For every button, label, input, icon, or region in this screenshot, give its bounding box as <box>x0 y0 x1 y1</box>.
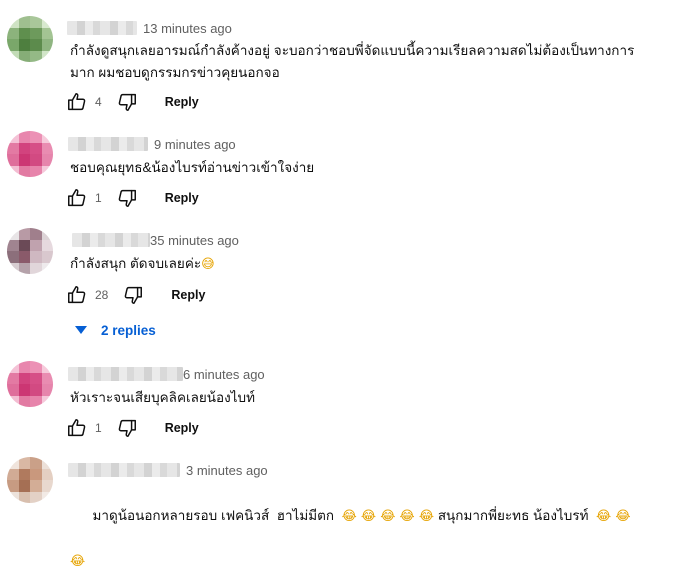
dislike-button[interactable] <box>115 186 139 210</box>
reply-button[interactable]: Reply <box>171 288 205 302</box>
comment-line-text: มาดูน้อนอกหลายรอบ เฟคนิวส์ ฮาไม่มีตก <box>92 508 342 523</box>
author-name-redacted[interactable] <box>72 233 150 247</box>
author-name-redacted[interactable] <box>68 137 148 151</box>
comment-line-text: สนุกมากพี่ยะทธ น้องไบรท์ <box>437 508 596 523</box>
reply-button[interactable]: Reply <box>165 95 199 109</box>
comment-text: มาดูน้อนอกหลายรอบ เฟคนิวส์ ฮาไม่มีตก 😂 😂… <box>70 483 670 573</box>
thumb-up-icon <box>68 286 86 304</box>
comment-line: หัวเราะจนเสียบุคลิคเลยน้องไบท์ <box>70 390 255 405</box>
comment-line: กำลังดูสนุกเลยอารมณ์กำลังค้างอยู่ จะบอกว… <box>70 43 635 58</box>
thumb-up-icon <box>68 93 86 111</box>
replies-label: 2 replies <box>101 322 156 338</box>
joy-emoji: 😂 <box>70 554 86 569</box>
dislike-button[interactable] <box>115 416 139 440</box>
dislike-button[interactable] <box>115 90 139 114</box>
timestamp: 13 minutes ago <box>143 21 232 36</box>
chevron-down-icon <box>75 326 87 334</box>
like-button[interactable] <box>65 283 89 307</box>
timestamp: 35 minutes ago <box>150 233 239 248</box>
author-name-redacted[interactable] <box>68 367 183 381</box>
comment-line: มาก ผมชอบดูกรรมกรข่าวคุยนอกจอ <box>70 65 280 80</box>
comment-text: กำลังดูสนุกเลยอารมณ์กำลังค้างอยู่ จะบอกว… <box>70 40 670 84</box>
comment-actions: 28 Reply <box>65 283 205 307</box>
comment-line: ชอบคุณยุทธ&น้องไบรท์อ่านข่าวเข้าใจง่าย <box>70 160 315 175</box>
timestamp: 3 minutes ago <box>186 463 268 478</box>
comment-meta: 3 minutes ago <box>68 463 268 479</box>
thumb-down-icon <box>118 419 136 437</box>
joy-emoji-run: 😂 😂 😂 😂 😂 <box>341 509 435 524</box>
thumb-up-icon <box>68 189 86 207</box>
dislike-button[interactable] <box>121 283 145 307</box>
like-button[interactable] <box>65 90 89 114</box>
avatar[interactable] <box>7 131 53 177</box>
thumb-down-icon <box>125 286 143 304</box>
comment-line: มาดูน้อนอกหลายรอบ เฟคนิวส์ ฮาไม่มีตก 😂 😂… <box>70 483 670 550</box>
comment-line-text: กำลังสนุก ตัดจบเลยค่ะ <box>70 256 202 271</box>
avatar[interactable] <box>7 16 53 62</box>
author-name-redacted[interactable] <box>67 21 137 35</box>
comment-text: หัวเราะจนเสียบุคลิคเลยน้องไบท์ <box>70 387 670 409</box>
avatar[interactable] <box>7 228 53 274</box>
comment-meta: 9 minutes ago <box>68 137 236 153</box>
thumb-up-icon <box>68 419 86 437</box>
comment-line: กำลังสนุก ตัดจบเลยค่ะ😅 <box>70 253 670 276</box>
comment-text: ชอบคุณยุทธ&น้องไบรท์อ่านข่าวเข้าใจง่าย <box>70 157 670 179</box>
timestamp: 6 minutes ago <box>183 367 265 382</box>
comment-line: 😂 <box>70 550 670 573</box>
like-button[interactable] <box>65 416 89 440</box>
like-button[interactable] <box>65 186 89 210</box>
author-name-redacted[interactable] <box>68 463 180 477</box>
avatar[interactable] <box>7 457 53 503</box>
sweat-smile-emoji: 😅 <box>201 257 215 272</box>
avatar[interactable] <box>7 361 53 407</box>
view-replies-button[interactable]: 2 replies <box>75 320 156 340</box>
reply-button[interactable]: Reply <box>165 421 199 435</box>
like-count: 1 <box>95 191 102 205</box>
like-count: 1 <box>95 421 102 435</box>
comment-meta: 6 minutes ago <box>68 367 265 383</box>
like-count: 28 <box>95 288 109 302</box>
comment-actions: 1 Reply <box>65 186 199 210</box>
joy-emoji-run: 😂 😂 <box>596 509 631 524</box>
comment-meta: 13 minutes ago <box>67 21 232 37</box>
reply-button[interactable]: Reply <box>165 191 199 205</box>
comment-meta: 35 minutes ago <box>72 233 239 249</box>
timestamp: 9 minutes ago <box>154 137 236 152</box>
comment-actions: 4 Reply <box>65 90 199 114</box>
like-count: 4 <box>95 95 102 109</box>
thumb-down-icon <box>118 93 136 111</box>
thumb-down-icon <box>118 189 136 207</box>
comment-text: กำลังสนุก ตัดจบเลยค่ะ😅 <box>70 253 670 276</box>
comment-actions: 1 Reply <box>65 416 199 440</box>
